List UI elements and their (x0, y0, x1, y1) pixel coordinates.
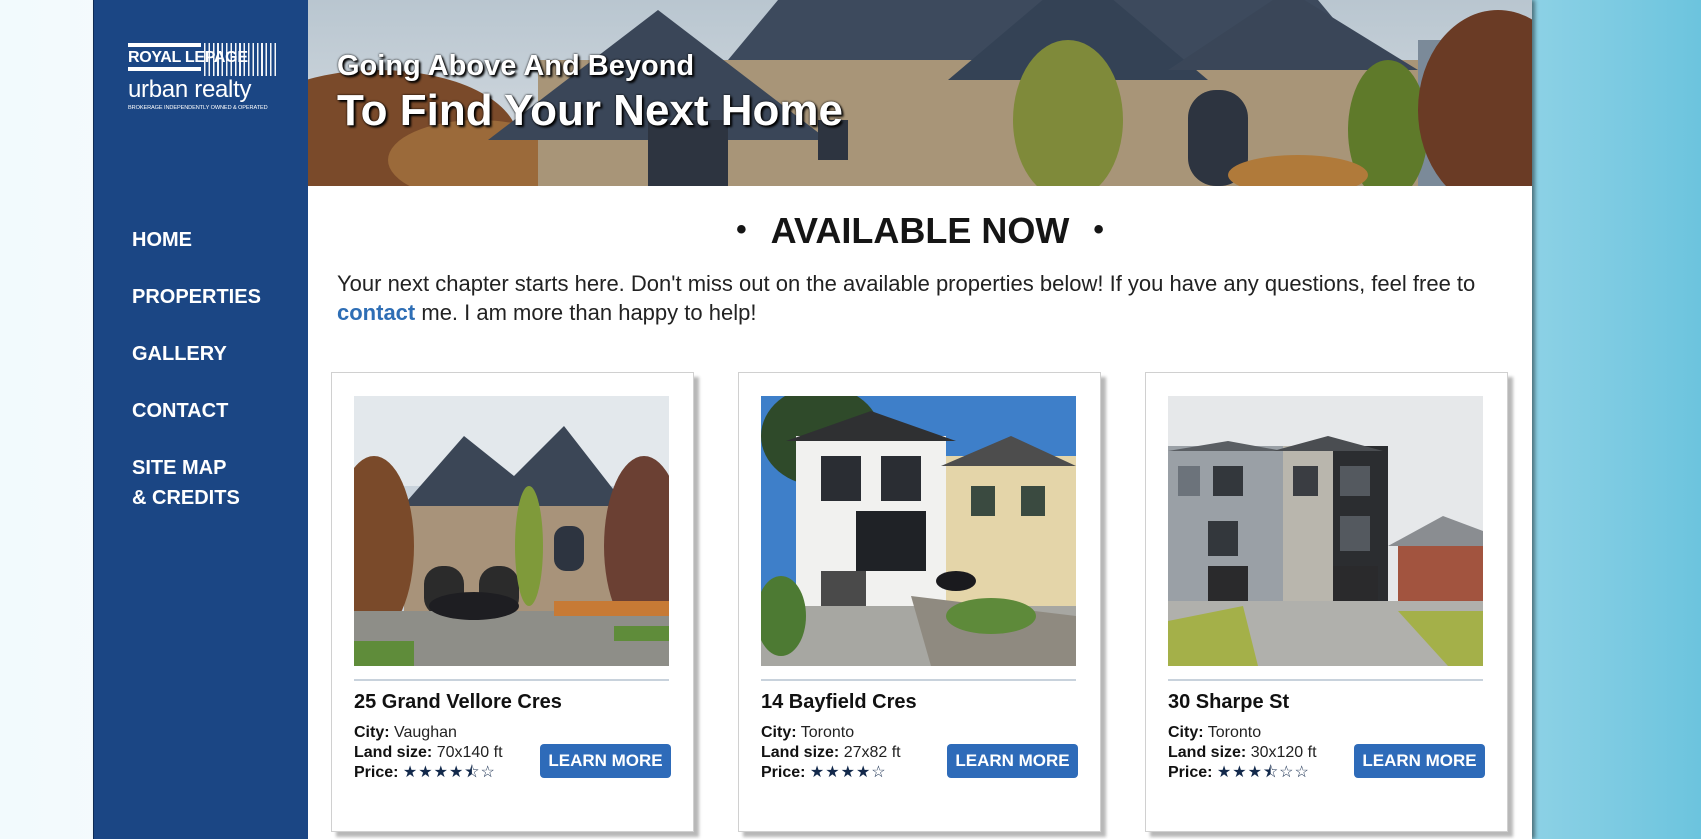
city-label: City: (1168, 724, 1204, 741)
learn-more-button[interactable]: LEARN MORE (1354, 744, 1485, 778)
price-stars-icon: ★★★⯪☆☆ (1216, 764, 1310, 781)
city-label: City: (761, 724, 797, 741)
property-title: 14 Bayfield Cres (761, 691, 917, 713)
property-land-size: 30x120 ft (1250, 744, 1317, 761)
nav-site-map-credits[interactable]: SITE MAP & CREDITS (132, 453, 261, 513)
property-details: City: Toronto Land size: 27x82 ft Price:… (761, 723, 901, 783)
learn-more-button[interactable]: LEARN MORE (540, 744, 671, 778)
price-label: Price: (761, 764, 806, 781)
sidebar: ROYAL LEPAGE urban realty BROKERAGE INDE… (93, 0, 308, 839)
city-label: City: (354, 724, 390, 741)
nav-home[interactable]: HOME (132, 225, 261, 255)
price-label: Price: (354, 764, 399, 781)
nav-credits-label: & CREDITS (132, 487, 240, 509)
price-label: Price: (1168, 764, 1213, 781)
price-stars-icon: ★★★★☆ (809, 764, 887, 781)
property-city-row: City: Toronto (761, 723, 901, 743)
main-content: • AVAILABLE NOW • Your next chapter starts… (308, 186, 1532, 839)
card-divider (354, 679, 669, 681)
property-city-row: City: Toronto (1168, 723, 1317, 743)
logo-brand-text: ROYAL LEPAGE (128, 43, 248, 71)
hero-headline: To Find Your Next Home (337, 86, 844, 135)
logo-sub-text: urban realty (128, 76, 252, 103)
nav-gallery[interactable]: GALLERY (132, 339, 261, 369)
property-city: Vaughan (394, 724, 457, 741)
land-size-label: Land size: (1168, 744, 1247, 761)
property-details: City: Toronto Land size: 30x120 ft Price… (1168, 723, 1317, 783)
hero-tagline: Going Above And Beyond (337, 50, 695, 82)
title-bullet-left: • (736, 213, 747, 246)
property-card: 14 Bayfield Cres City: Toronto Land size… (738, 372, 1101, 832)
property-title: 30 Sharpe St (1168, 691, 1290, 713)
nav-properties[interactable]: PROPERTIES (132, 282, 261, 312)
property-land-row: Land size: 70x140 ft (354, 743, 503, 763)
property-land-row: Land size: 27x82 ft (761, 743, 901, 763)
section-title: • AVAILABLE NOW • (308, 210, 1532, 252)
nav-site-map-label: SITE MAP (132, 457, 227, 479)
property-photo[interactable] (1168, 396, 1483, 666)
property-land-row: Land size: 30x120 ft (1168, 743, 1317, 763)
property-land-size: 70x140 ft (436, 744, 503, 761)
learn-more-button[interactable]: LEARN MORE (947, 744, 1078, 778)
price-stars-icon: ★★★★⯪☆ (402, 764, 496, 781)
property-city: Toronto (1207, 724, 1262, 741)
logo-tagline: BROKERAGE INDEPENDENTLY OWNED & OPERATED (128, 105, 268, 111)
land-size-label: Land size: (354, 744, 433, 761)
nav-contact[interactable]: CONTACT (132, 396, 261, 426)
property-card: 30 Sharpe St City: Toronto Land size: 30… (1145, 372, 1508, 832)
intro-text-start: Your next chapter starts here. Don't mis… (337, 271, 1476, 296)
land-size-label: Land size: (761, 744, 840, 761)
royal-lepage-logo[interactable]: ROYAL LEPAGE urban realty BROKERAGE INDE… (128, 43, 279, 111)
property-city-row: City: Vaughan (354, 723, 503, 743)
main-nav: HOME PROPERTIES GALLERY CONTACT SITE MAP… (132, 225, 261, 540)
property-price-row: Price: ★★★⯪☆☆ (1168, 763, 1317, 783)
card-divider (761, 679, 1076, 681)
property-details: City: Vaughan Land size: 70x140 ft Price… (354, 723, 503, 783)
hero-banner: Going Above And Beyond To Find Your Next… (308, 0, 1532, 186)
section-title-text: AVAILABLE NOW (770, 210, 1070, 251)
intro-paragraph: Your next chapter starts here. Don't mis… (337, 269, 1507, 327)
title-bullet-right: • (1093, 213, 1104, 246)
property-price-row: Price: ★★★★☆ (761, 763, 901, 783)
contact-link[interactable]: contact (337, 300, 415, 325)
property-title: 25 Grand Vellore Cres (354, 691, 562, 713)
logo-stripes-graphic (204, 43, 279, 76)
property-land-size: 27x82 ft (843, 744, 901, 761)
intro-text-end: me. I am more than happy to help! (415, 300, 757, 325)
property-photo[interactable] (354, 396, 669, 666)
property-photo[interactable] (761, 396, 1076, 666)
property-price-row: Price: ★★★★⯪☆ (354, 763, 503, 783)
card-divider (1168, 679, 1483, 681)
page-container: ROYAL LEPAGE urban realty BROKERAGE INDE… (93, 0, 1532, 839)
property-card: 25 Grand Vellore Cres City: Vaughan Land… (331, 372, 694, 832)
property-city: Toronto (800, 724, 855, 741)
